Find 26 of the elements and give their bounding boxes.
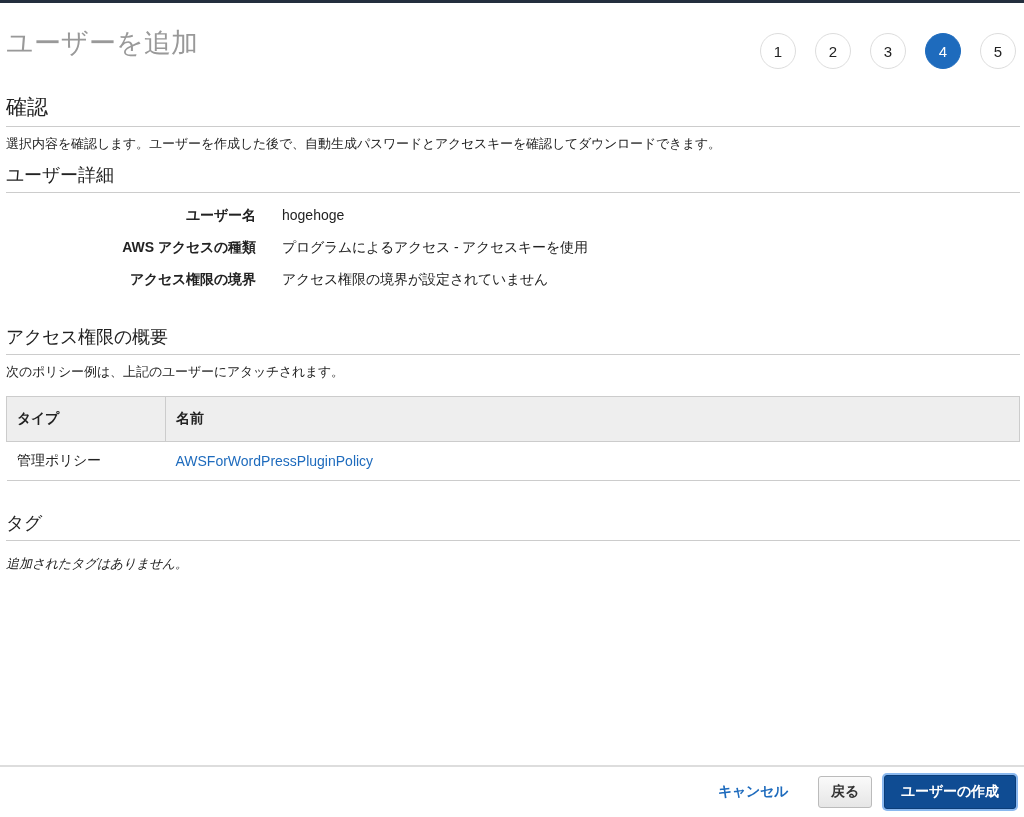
field-label: ユーザー名 [185,207,256,225]
step-indicator[interactable]: 4 [925,33,961,69]
field-value: プログラムによるアクセス - アクセスキーを使用 [282,239,590,257]
field-label: アクセス権限の境界 [129,271,256,289]
step-indicator[interactable]: 3 [870,33,906,69]
create-user-button[interactable]: ユーザーの作成 [884,775,1016,809]
empty-tags-text: 追加されたタグはありません。 [6,555,189,573]
policy-link[interactable]: AWSForWordPressPluginPolicy [175,453,374,469]
step-indicator[interactable]: 2 [815,33,851,69]
table-cell: 管理ポリシー [6,441,166,481]
description-text: 選択内容を確認します。ユーザーを作成した後で、自動生成パスワードとアクセスキーを確認してダウンロードできます。 [6,135,722,153]
section-heading: タグ [6,511,1020,541]
section-heading: ユーザー詳細 [6,163,1020,193]
cancel-link[interactable]: キャンセル [718,783,788,801]
step-indicator[interactable]: 5 [980,33,1016,69]
field-value: アクセス権限の境界が設定されていません [282,271,549,289]
section-heading: 確認 [6,93,1020,127]
column-header: 名前 [165,396,1020,442]
column-header: タイプ [6,396,166,442]
back-button[interactable]: 戻る [818,776,872,808]
page-title: ユーザーを追加 [6,27,198,60]
section-heading: アクセス権限の概要 [6,325,1020,355]
step-indicator[interactable]: 1 [760,33,796,69]
field-label: AWS アクセスの種類 [121,239,256,257]
description-text: 次のポリシー例は、上記のユーザーにアタッチされます。 [6,363,345,381]
field-value: hogehoge [282,207,346,225]
